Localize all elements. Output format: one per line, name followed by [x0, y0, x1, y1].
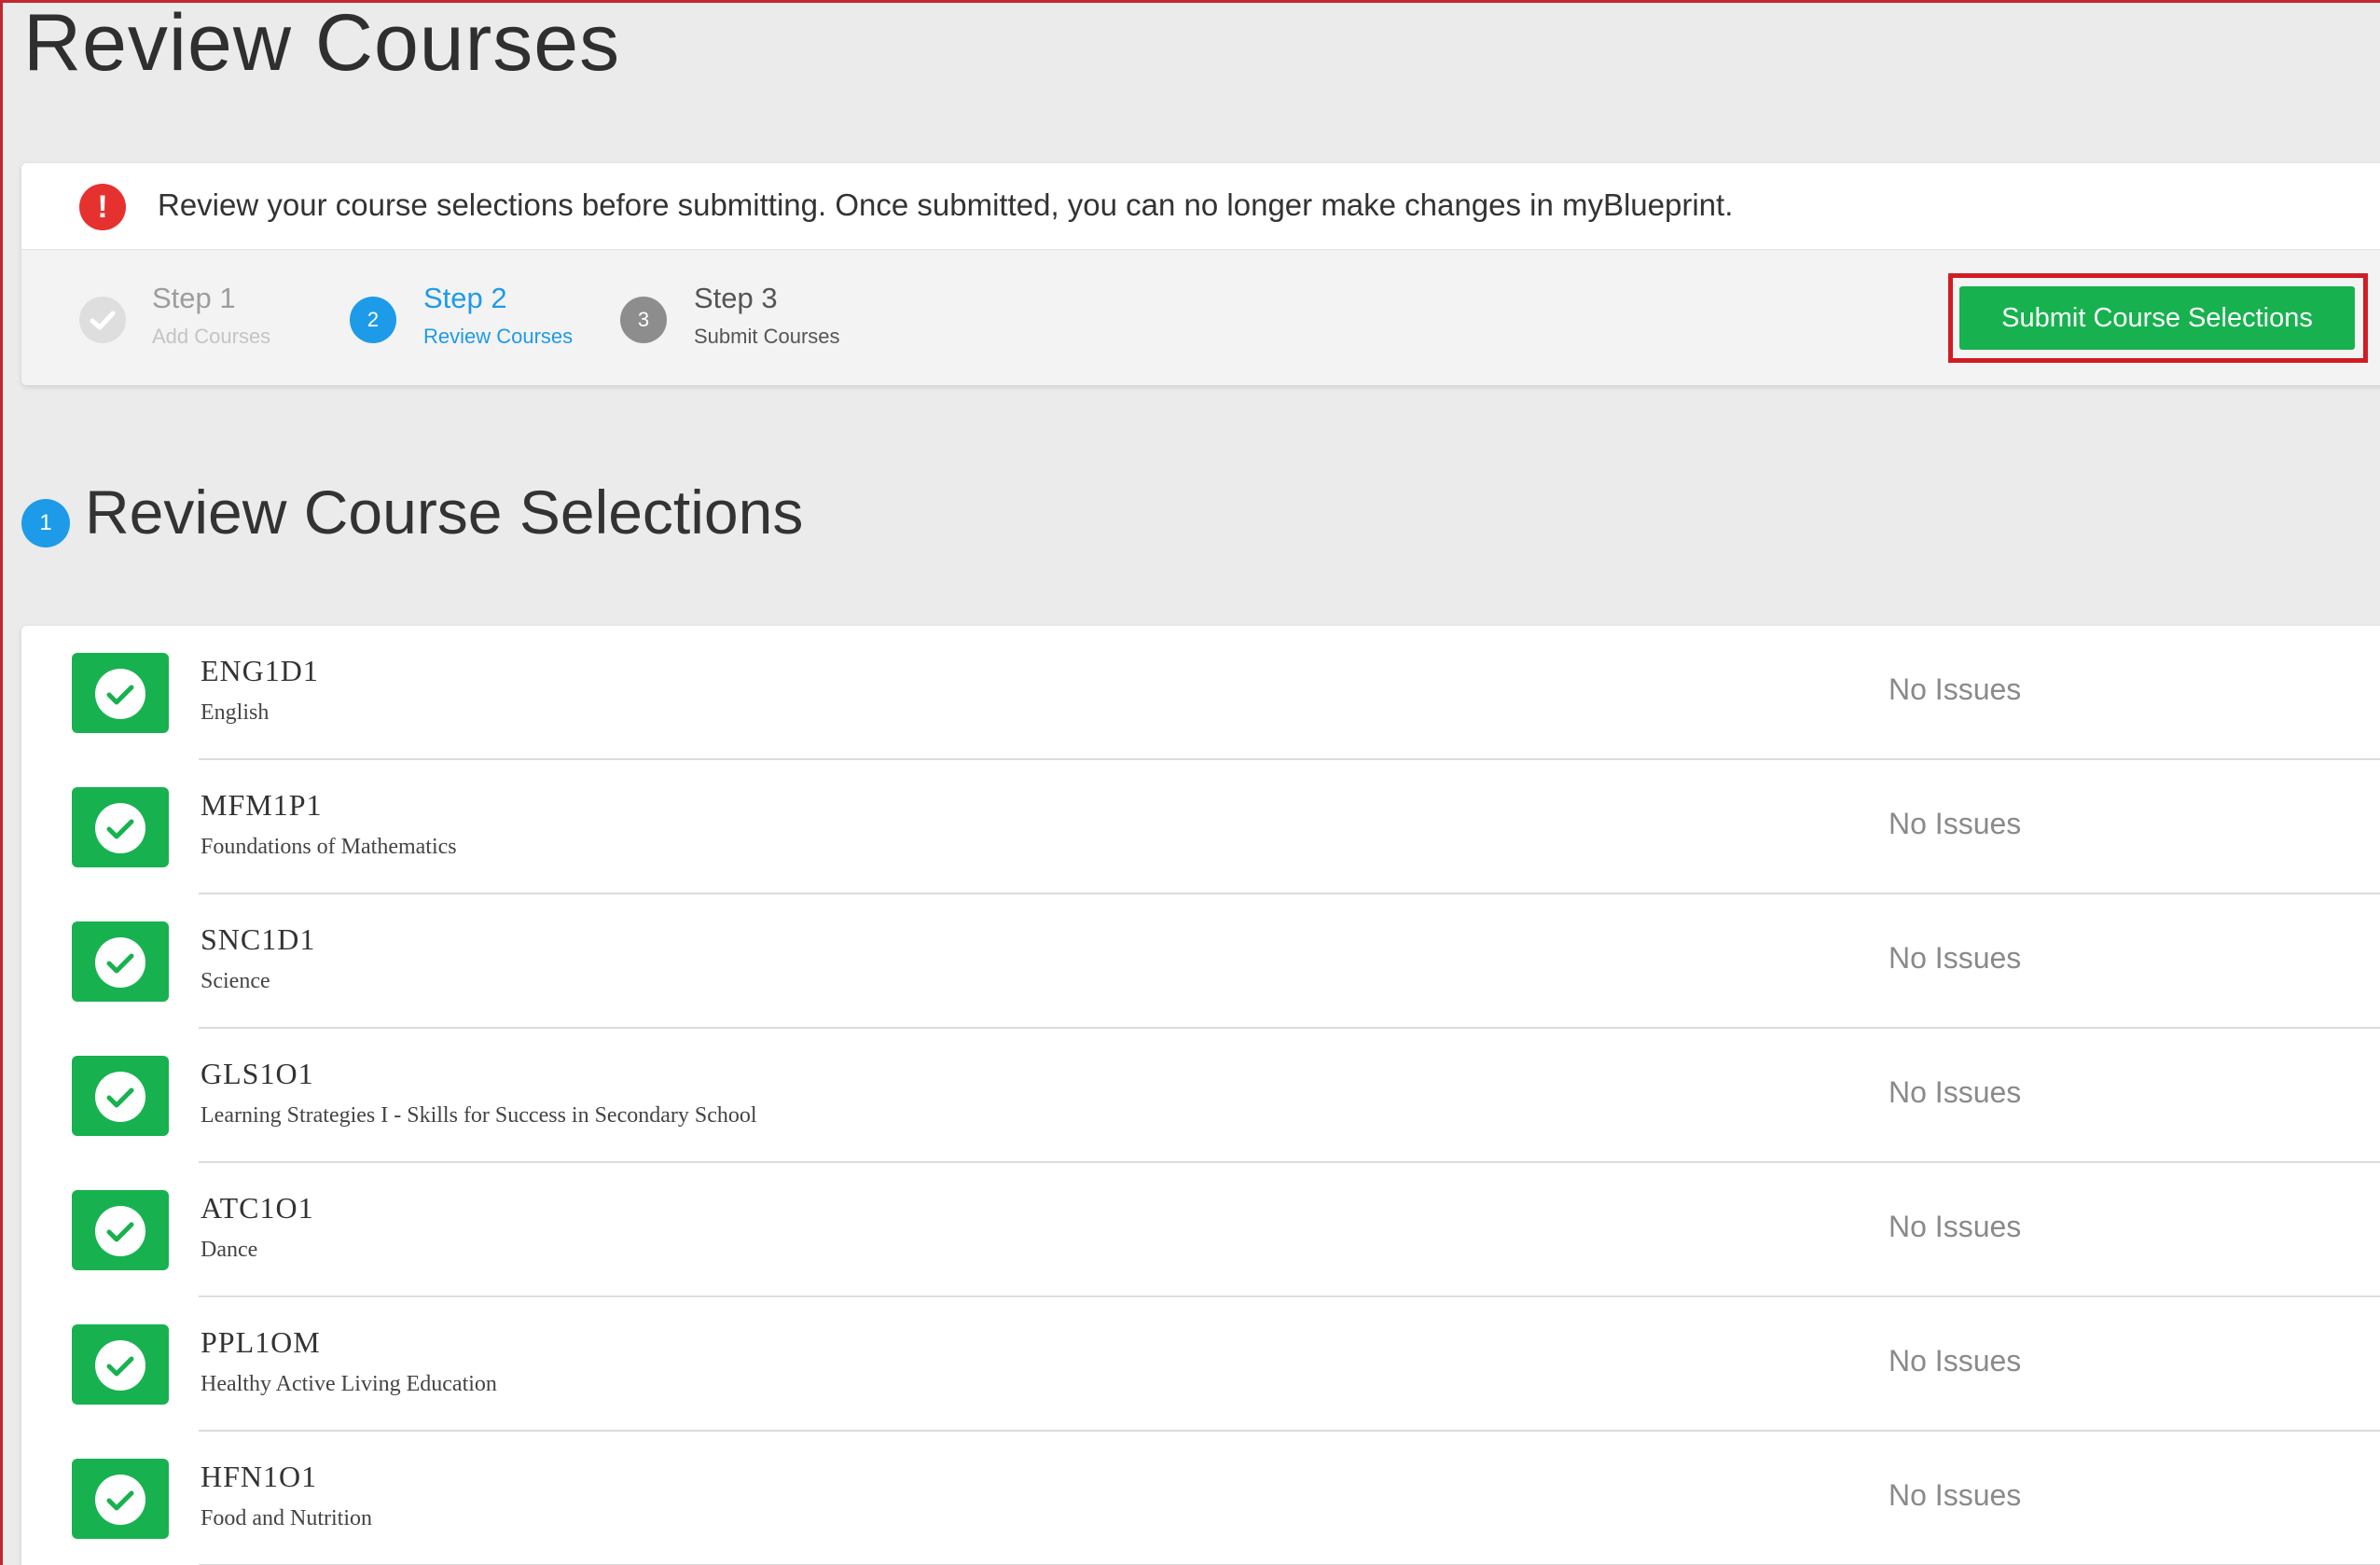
course-row[interactable]: MFM1P1 Foundations of Mathematics No Iss… [21, 760, 2380, 894]
check-circle-icon [72, 1324, 169, 1405]
course-row[interactable]: ATC1O1 Dance No Issues [21, 1163, 2380, 1297]
checkmark-icon [79, 297, 126, 343]
check-circle-icon [72, 921, 169, 1002]
submit-course-selections-button[interactable]: Submit Course Selections [1959, 286, 2355, 350]
page-title: Review Courses [23, 0, 621, 88]
step-1-subtitle: Add Courses [152, 325, 271, 348]
step-1-title: Step 1 [152, 282, 236, 314]
course-code: HFN1O1 [201, 1460, 318, 1493]
course-status: No Issues [1889, 1075, 2022, 1109]
section-number-badge: 1 [21, 499, 70, 547]
course-name: Healthy Active Living Education [201, 1372, 497, 1396]
exclamation-icon: ! [79, 184, 126, 230]
course-name: Foundations of Mathematics [201, 835, 457, 859]
step-3-title: Step 3 [694, 282, 778, 314]
course-code: SNC1D1 [201, 922, 316, 956]
course-status: No Issues [1889, 807, 2022, 840]
course-row[interactable]: PPL1OM Healthy Active Living Education N… [21, 1297, 2380, 1432]
course-name: Food and Nutrition [201, 1506, 372, 1530]
section-title: Review Course Selections [85, 478, 804, 547]
step-2-subtitle: Review Courses [423, 325, 574, 348]
alert-message: Review your course selections before sub… [158, 187, 1734, 222]
course-code: ENG1D1 [201, 654, 319, 687]
course-status: No Issues [1889, 941, 2022, 975]
check-circle-icon [72, 1459, 169, 1539]
course-row[interactable]: SNC1D1 Science No Issues [21, 894, 2380, 1029]
warning-alert: ! Review your course selections before s… [21, 163, 2380, 250]
course-status: No Issues [1889, 1478, 2022, 1512]
course-name: Science [201, 969, 270, 993]
check-circle-icon [72, 1190, 169, 1270]
course-code: MFM1P1 [201, 788, 323, 822]
course-status: No Issues [1889, 672, 2022, 706]
step-2-number: 2 [350, 297, 396, 343]
course-row[interactable]: HFN1O1 Food and Nutrition No Issues [21, 1432, 2380, 1565]
step-2-title: Step 2 [423, 282, 507, 314]
course-name: Learning Strategies I - Skills for Succe… [201, 1103, 757, 1128]
course-status: No Issues [1889, 1210, 2022, 1243]
course-name: Dance [201, 1238, 258, 1262]
course-name: English [201, 700, 270, 725]
course-row[interactable]: ENG1D1 English No Issues [21, 626, 2380, 760]
screenshot-frame: Review Courses ! Review your course sele… [0, 0, 2380, 1565]
course-row[interactable]: GLS1O1 Learning Strategies I - Skills fo… [21, 1029, 2380, 1163]
course-code: GLS1O1 [201, 1057, 314, 1090]
course-status: No Issues [1889, 1344, 2022, 1378]
check-circle-icon [72, 653, 169, 733]
step-3-number: 3 [620, 297, 667, 343]
check-circle-icon [72, 1056, 169, 1136]
course-list: ENG1D1 English No Issues MFM1P1 Foundati… [21, 626, 2380, 1565]
step-3-subtitle: Submit Courses [694, 325, 840, 348]
check-circle-icon [72, 787, 169, 867]
course-code: ATC1O1 [201, 1191, 314, 1225]
course-code: PPL1OM [201, 1325, 321, 1359]
